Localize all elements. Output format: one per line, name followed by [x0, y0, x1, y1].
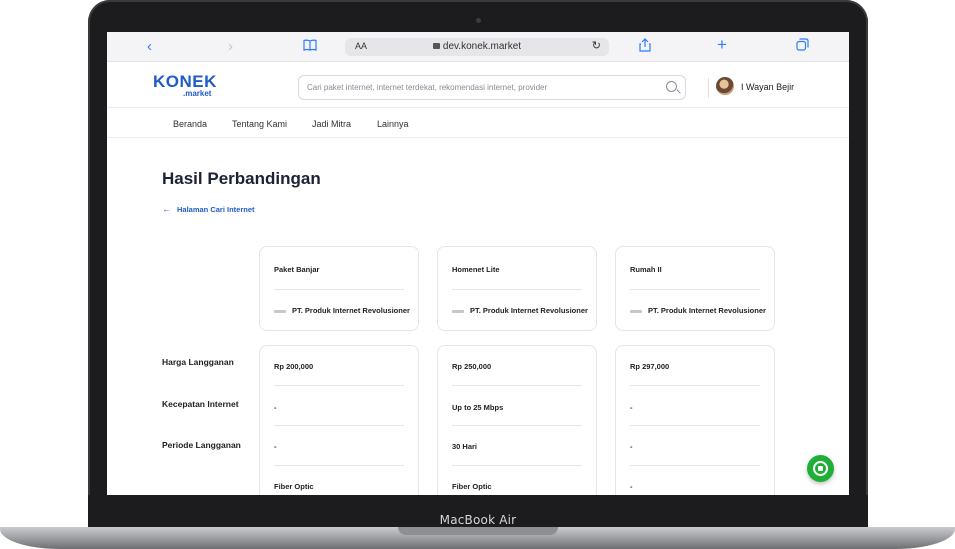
camera-dot: [476, 18, 481, 23]
nav-item-beranda[interactable]: Beranda: [173, 119, 207, 129]
plan-card-header[interactable]: Homenet Lite PT. Produk Internet Revolus…: [437, 246, 597, 331]
laptop-notch: [398, 527, 558, 535]
page-title: Hasil Perbandingan: [162, 169, 321, 188]
provider-logo-icon: [630, 309, 642, 313]
divider: [452, 465, 582, 466]
divider: [274, 425, 404, 426]
price-value: Rp 200,000: [274, 362, 314, 371]
provider-logo-icon: [452, 309, 464, 313]
search-placeholder: Cari paket internet, internet terdekat, …: [307, 83, 548, 92]
plan-card-header[interactable]: Rumah II PT. Produk Internet Revolusione…: [615, 246, 775, 331]
type-value: -: [630, 482, 633, 491]
period-value: -: [274, 442, 277, 451]
type-value: Fiber Optic: [274, 482, 314, 491]
provider-name: PT. Produk Internet Revolusioner: [274, 306, 420, 315]
provider-name: PT. Produk Internet Revolusioner: [452, 306, 598, 315]
row-label-kecepatan: Kecepatan Internet: [162, 399, 239, 409]
nav-item-jadi-mitra[interactable]: Jadi Mitra: [312, 119, 351, 129]
tabs-icon[interactable]: [796, 38, 809, 56]
site-header: KONEK .market Cari paket internet, inter…: [107, 62, 849, 108]
row-label-periode: Periode Langganan: [162, 440, 241, 450]
plan-detail-card: Rp 200,000 - - Fiber Optic: [259, 345, 419, 495]
whatsapp-button[interactable]: [807, 455, 834, 482]
speed-value: -: [274, 403, 277, 412]
divider: [630, 425, 760, 426]
divider: [274, 465, 404, 466]
provider-name: PT. Produk Internet Revolusioner: [630, 306, 776, 315]
search-input[interactable]: Cari paket internet, internet terdekat, …: [298, 75, 686, 100]
nav-item-lainnya[interactable]: Lainnya: [377, 119, 409, 129]
lock-icon: [432, 43, 440, 49]
user-name[interactable]: I Wayan Bejir: [741, 82, 794, 92]
speed-value: Up to 25 Mbps: [452, 403, 504, 412]
back-link[interactable]: ← Halaman Cari Internet: [162, 204, 255, 214]
plan-name: Homenet Lite: [452, 265, 500, 274]
konek-logo[interactable]: KONEK .market: [153, 73, 217, 98]
divider: [452, 425, 582, 426]
browser-toolbar: ‹ › AA dev.konek.market ↻ +: [107, 32, 849, 62]
divider: [630, 385, 760, 386]
header-divider: [708, 78, 709, 98]
price-value: Rp 297,000: [630, 362, 670, 371]
device-label: MacBook Air: [439, 513, 517, 527]
divider: [452, 385, 582, 386]
arrow-left-icon: ←: [162, 204, 171, 214]
provider-logo-icon: [274, 309, 286, 313]
main-nav: Beranda Tentang Kami Jadi Mitra Lainnya: [107, 108, 849, 138]
divider: [630, 289, 760, 290]
url-text: dev.konek.market: [442, 41, 522, 52]
type-value: Fiber Optic: [452, 482, 492, 491]
share-icon[interactable]: [639, 38, 651, 57]
back-chevron-icon[interactable]: ‹: [147, 38, 152, 56]
price-value: Rp 250,000: [452, 362, 492, 371]
reload-icon[interactable]: ↻: [592, 39, 601, 52]
new-tab-plus-icon[interactable]: +: [717, 36, 727, 54]
plan-name: Paket Banjar: [274, 265, 320, 274]
plan-card-header[interactable]: Paket Banjar PT. Produk Internet Revolus…: [259, 246, 419, 331]
speed-value: -: [630, 403, 633, 412]
whatsapp-icon: [813, 461, 828, 476]
avatar[interactable]: [716, 77, 734, 95]
bookmarks-book-icon[interactable]: [303, 38, 317, 56]
row-label-harga: Harga Langganan: [162, 357, 234, 367]
plan-name: Rumah II: [630, 265, 662, 274]
laptop-chin: MacBook Air: [88, 495, 868, 530]
period-value: 30 Hari: [452, 442, 478, 451]
plan-detail-card: Rp 250,000 Up to 25 Mbps 30 Hari Fiber O…: [437, 345, 597, 495]
forward-chevron-icon[interactable]: ›: [228, 38, 233, 56]
plan-detail-card: Rp 297,000 - - -: [615, 345, 775, 495]
nav-item-tentang-kami[interactable]: Tentang Kami: [232, 119, 287, 129]
divider: [630, 465, 760, 466]
search-icon[interactable]: [666, 81, 677, 92]
divider: [452, 289, 582, 290]
address-bar[interactable]: AA dev.konek.market ↻: [345, 38, 609, 56]
period-value: -: [630, 442, 633, 451]
screen: ‹ › AA dev.konek.market ↻ + KONEK .marke…: [107, 32, 849, 495]
divider: [274, 289, 404, 290]
divider: [274, 385, 404, 386]
